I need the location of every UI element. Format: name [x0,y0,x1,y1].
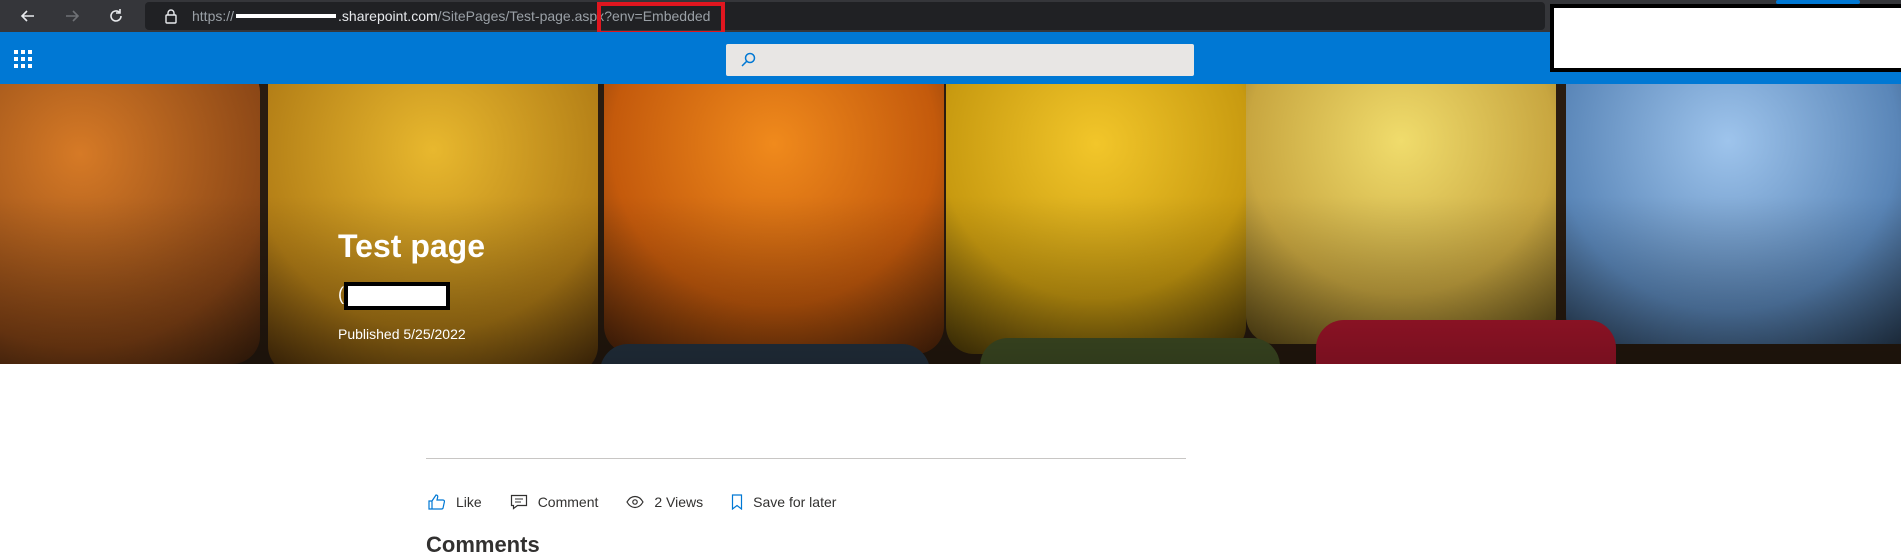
eye-icon [626,495,645,509]
url-path: /SitePages/Test-page.aspx [437,8,605,24]
views-label: 2 Views [654,494,704,510]
lock-icon [165,9,177,24]
refresh-button[interactable] [96,0,136,32]
url-prefix: https:// [192,8,235,24]
page-title: Test page [338,228,485,264]
url-host: .sharepoint.com [338,8,438,24]
content-divider [426,458,1186,459]
app-launcher-icon[interactable] [14,50,32,68]
back-arrow-icon [20,10,34,22]
thumbs-up-icon [428,494,446,510]
search-box[interactable] [726,44,1194,76]
back-button[interactable] [8,0,48,32]
like-button[interactable]: Like [428,494,482,510]
views-indicator: 2 Views [626,494,703,510]
refresh-icon [110,9,122,22]
comment-label: Comment [537,494,599,510]
query-highlight-box [597,2,725,35]
search-icon [741,52,756,67]
comment-button[interactable]: Comment [510,494,599,510]
redacted-author [344,282,450,310]
hero-overlay [0,84,1901,364]
comment-icon [510,494,527,510]
redacted-area [1550,4,1901,72]
social-bar: Like Comment 2 Views Save for later [428,490,864,514]
save-label: Save for later [753,494,837,510]
redacted-tenant [236,14,337,18]
comments-heading: Comments [426,532,540,557]
like-label: Like [456,494,482,510]
forward-button[interactable] [52,0,92,32]
published-date: Published 5/25/2022 [338,326,466,342]
hero-banner: Test page ( Published 5/25/2022 [0,84,1901,364]
bookmark-icon [732,494,743,510]
forward-arrow-icon [66,10,80,22]
save-for-later-button[interactable]: Save for later [731,494,836,510]
